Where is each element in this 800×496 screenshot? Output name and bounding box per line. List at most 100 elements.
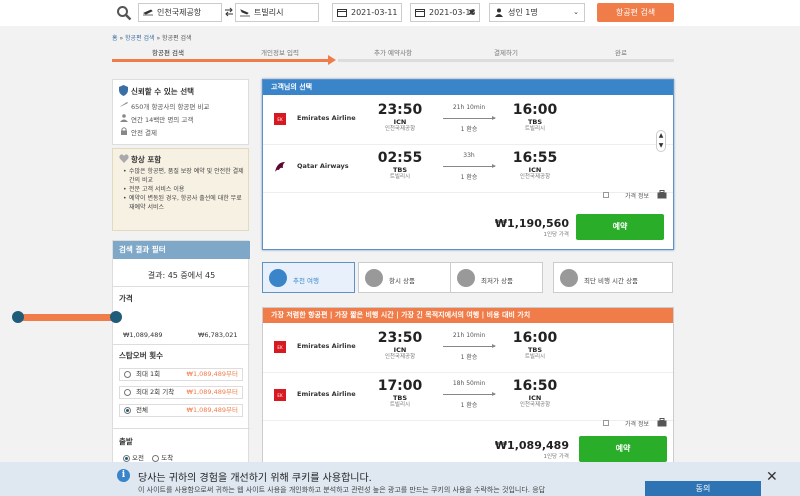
total-price: ₩1,089,489 <box>494 439 569 452</box>
origin-value: 인천국제공항 <box>157 8 202 17</box>
arrival-city: 트빌리시 <box>524 126 546 132</box>
card-header: 가장 저렴한 항공편 | 가장 짧은 비행 시간 | 가장 긴 목적지에서의 여… <box>263 308 673 323</box>
tab-recommended[interactable]: 추천 여행 <box>262 262 355 293</box>
breadcrumb-current: 항공편 검색 <box>162 35 192 42</box>
radio-button[interactable] <box>124 389 131 396</box>
cookie-agree-button[interactable]: 동의 <box>645 481 761 496</box>
radio-button-selected[interactable] <box>124 407 131 414</box>
arrival-time: 16:50 <box>512 378 558 394</box>
origin-field[interactable]: 인천국제공항 <box>138 3 222 22</box>
stop-count: 1 환승 <box>460 354 478 361</box>
arrival-plane-icon <box>240 9 250 17</box>
flight-arrow-icon <box>443 164 496 168</box>
cookie-title: 당사는 귀하의 경험을 개선하기 위해 쿠키를 사용합니다. <box>138 473 372 484</box>
tab-label: 항시 상품 <box>389 277 415 285</box>
flight-duration: 21h 10min <box>452 332 486 339</box>
search-flights-button[interactable]: 항공편 검색 <box>597 3 674 22</box>
svg-text:EK: EK <box>277 117 283 122</box>
search-bar: 인천국제공항 트빌리시 2021-03-11 2021-03-18 ✖ 성인 1… <box>0 0 800 26</box>
tab-shortest[interactable]: 최단 비행 시간 상품 <box>553 262 673 293</box>
always-included-box: 항상 포함 수많은 항공편, 품질 보장 예약 및 안전한 결제 간의 비교 전… <box>112 148 249 231</box>
airline-name: Emirates Airline <box>297 390 356 398</box>
stopover-option-price: ₩1,089,489부터 <box>186 406 238 414</box>
price-info-label[interactable]: 가격 정보 <box>625 419 649 428</box>
flight-duration: 21h 10min <box>452 104 486 111</box>
radio-button[interactable] <box>152 454 160 462</box>
chevron-down-icon[interactable]: ▼ <box>657 141 665 151</box>
price-info-label[interactable]: 가격 정보 <box>625 191 649 200</box>
passenger-select[interactable]: 성인 1명 ⌄ <box>489 3 585 22</box>
price-info-checkbox[interactable] <box>603 192 609 198</box>
book-button[interactable]: 예약 <box>576 214 664 240</box>
flight-segment: Qatar Airways 02:55 TBS 트빌리시 33h 1 환승 16… <box>263 145 673 193</box>
step-flight-search: 항공편 검색 <box>152 49 184 57</box>
promise-list: 수많은 항공편, 품질 보장 예약 및 안전한 결제 간의 비교 전문 고객 서… <box>123 167 247 212</box>
selected-flight-card: 고객님의 선택 EK Emirates Airline 23:50 ICN 인천… <box>262 79 674 250</box>
departure-option-label: 도착 <box>161 454 174 462</box>
trust-item-label: 안전 결제 <box>131 129 157 137</box>
arrival-info: 16:50 ICN 인천국제공항 <box>510 379 560 409</box>
airline-name: Emirates Airline <box>297 342 356 350</box>
clock-icon <box>560 269 578 287</box>
stopover-option-price: ₩1,089,489부터 <box>186 388 238 396</box>
price-min-value: ₩1,089,489 <box>123 331 163 339</box>
price-slider-min-handle[interactable] <box>12 311 24 323</box>
radio-button[interactable] <box>124 371 131 378</box>
svg-text:EK: EK <box>277 345 283 350</box>
book-button[interactable]: 예약 <box>579 436 667 462</box>
radio-button-selected[interactable] <box>123 454 130 462</box>
stopover-option-max1[interactable]: 최대 1회 ₩1,089,489부터 <box>119 368 243 381</box>
trust-item: 안전 결제 <box>121 127 157 137</box>
departure-info: 23:50 ICN 인천국제공항 <box>375 103 425 133</box>
arrival-code: TBS <box>527 346 543 354</box>
departure-info: 02:55 TBS 트빌리시 <box>375 151 425 181</box>
departure-time: 02:55 <box>377 150 423 166</box>
filter-title: 검색 결과 필터 <box>113 241 250 259</box>
stopover-option-label: 전체 <box>136 406 148 414</box>
tab-always[interactable]: 항시 상품 <box>358 262 451 293</box>
price-info-checkbox[interactable] <box>603 420 609 426</box>
step-complete: 완료 <box>615 49 627 57</box>
departure-time: 23:50 <box>377 102 423 118</box>
flight-arrow-icon <box>443 392 496 396</box>
stopover-option-all[interactable]: 전체 ₩1,089,489부터 <box>119 404 243 417</box>
departure-city: 트빌리시 <box>389 402 411 408</box>
tab-label: 최저가 상품 <box>481 277 513 285</box>
sort-tabs: 추천 여행 항시 상품 최저가 상품 최단 비행 시간 상품 <box>262 262 674 294</box>
chevron-down-icon: ⌄ <box>573 8 579 16</box>
destination-field[interactable]: 트빌리시 <box>235 3 319 22</box>
close-icon[interactable]: ✕ <box>766 469 778 485</box>
clear-return-date-icon[interactable]: ✖ <box>468 4 475 21</box>
chevron-up-icon[interactable]: ▲ <box>657 131 665 141</box>
step-remaining-bar <box>338 59 674 62</box>
departure-city: 인천국제공항 <box>384 354 416 360</box>
card-header: 고객님의 선택 <box>263 80 673 95</box>
flight-duration: 33h <box>463 152 475 159</box>
stopover-option-max2[interactable]: 최대 2회 기착 ₩1,089,489부터 <box>119 386 243 399</box>
promise-title: 항상 포함 <box>131 155 162 164</box>
arrival-code: ICN <box>528 394 542 402</box>
megaphone-icon <box>365 269 383 287</box>
flight-arrow-icon <box>443 344 496 348</box>
segment-scroll-control[interactable]: ▲ ▼ <box>656 130 666 152</box>
departure-plane-icon <box>143 9 153 16</box>
trust-item: 연간 14백만 명의 고객 <box>120 114 193 124</box>
cookie-description: 이 사이트를 사용함으로써 귀하는 웹 사이트 사용을 개인화하고 분석하고 관… <box>138 486 546 494</box>
list-item: 예약이 변동된 경우, 항공사 출선에 대한 무료 재예약 서비스 <box>123 194 247 212</box>
dollar-icon <box>457 269 475 287</box>
tab-cheapest[interactable]: 최저가 상품 <box>450 262 543 293</box>
arrival-code: TBS <box>527 118 543 126</box>
depart-date-field[interactable]: 2021-03-11 <box>332 3 402 22</box>
price-range-slider[interactable] <box>12 311 122 323</box>
search-icon[interactable] <box>116 5 132 21</box>
booking-steps: 항공편 검색 개인정보 입력 추가 예약사항 결제하기 완료 <box>112 43 674 65</box>
list-item: 수많은 항공편, 품질 보장 예약 및 안전한 결제 간의 비교 <box>123 167 247 185</box>
breadcrumb-search[interactable]: 항공편 검색 <box>125 35 155 42</box>
stopover-option-label: 최대 1회 <box>136 370 161 378</box>
person-icon <box>120 114 128 122</box>
price-slider-max-handle[interactable] <box>110 311 122 323</box>
return-date-field[interactable]: 2021-03-18 ✖ <box>410 3 480 22</box>
per-person-label: 1인당 가격 <box>543 232 570 238</box>
swap-icon[interactable] <box>224 7 234 17</box>
departure-info: 23:50 ICN 인천국제공항 <box>375 331 425 361</box>
